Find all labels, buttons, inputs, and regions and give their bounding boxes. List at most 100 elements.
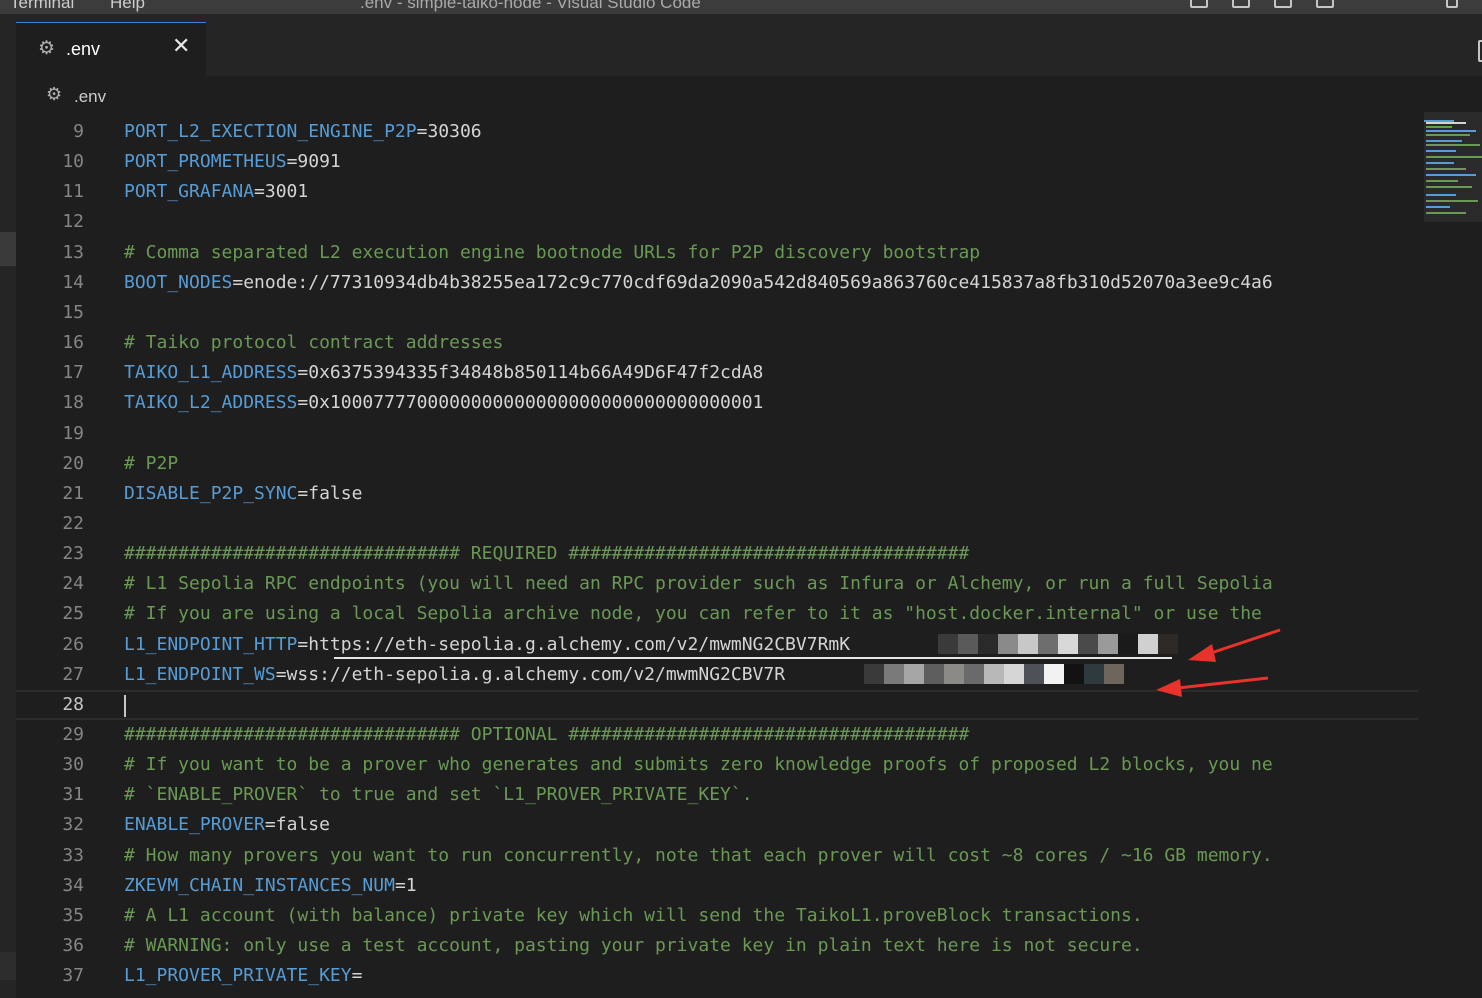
code-line[interactable]: 33 # How many provers you want to run con… — [16, 841, 1418, 871]
tab-env[interactable]: ⚙ .env ✕ — [16, 22, 206, 77]
code-line[interactable]: 24 # L1 Sepolia RPC endpoints (you will n… — [16, 569, 1418, 599]
line-number[interactable]: 36 — [16, 931, 84, 961]
close-icon[interactable]: ✕ — [172, 33, 190, 59]
line-number[interactable]: 17 — [16, 358, 84, 388]
line-number[interactable]: 25 — [16, 599, 84, 629]
code-line[interactable]: 32 ENABLE_PROVER=false — [16, 810, 1418, 840]
line-number[interactable]: 28 — [16, 692, 84, 718]
line-number[interactable]: 13 — [16, 238, 84, 268]
code-line[interactable]: 21 DISABLE_P2P_SYNC=false — [16, 479, 1418, 509]
activity-bar-active-item[interactable] — [0, 232, 16, 266]
line-number[interactable]: 31 — [16, 780, 84, 810]
toggle-panel-icon[interactable] — [1232, 0, 1250, 8]
redacted-block — [1004, 663, 1024, 684]
line-number[interactable]: 10 — [16, 147, 84, 177]
code-line[interactable]: 29 ############################### OPTION… — [16, 720, 1418, 750]
line-number[interactable]: 14 — [16, 268, 84, 298]
line-number[interactable]: 20 — [16, 449, 84, 479]
line-number[interactable]: 21 — [16, 479, 84, 509]
breadcrumb-file[interactable]: .env — [74, 87, 106, 107]
code-line[interactable]: 22 — [16, 509, 1418, 539]
comment-text: # WARNING: only use a test account, past… — [124, 935, 1143, 957]
code-line[interactable]: 34 ZKEVM_CHAIN_INSTANCES_NUM=1 — [16, 871, 1418, 901]
comment-text: ############################### OPTIONAL… — [124, 724, 970, 745]
line-number[interactable]: 19 — [16, 419, 84, 449]
line-number[interactable]: 26 — [16, 630, 84, 660]
code-line[interactable]: 15 — [16, 298, 1418, 328]
code-line[interactable]: 12 — [16, 207, 1418, 237]
line-number[interactable]: 24 — [16, 569, 84, 599]
line-number[interactable]: 37 — [16, 961, 84, 991]
line-number[interactable]: 29 — [16, 720, 84, 750]
line-number[interactable]: 12 — [16, 207, 84, 237]
code-line[interactable]: 14 BOOT_NODES=enode://77310934db4b38255ea… — [16, 268, 1418, 298]
code-line[interactable]: 27 L1_ENDPOINT_WS=wss://eth-sepolia.g.alc… — [16, 660, 1418, 690]
code-line[interactable]: 37 L1_PROVER_PRIVATE_KEY= — [16, 961, 1418, 991]
env-value: =https://eth-sepolia.g.alchemy.com/v2/mw… — [297, 633, 851, 655]
redacted-block — [864, 663, 884, 684]
line-number[interactable]: 18 — [16, 388, 84, 418]
redacted-block — [958, 633, 978, 654]
code-line[interactable]: 23 ############################### REQUIR… — [16, 539, 1418, 569]
code-line[interactable]: 20 # P2P — [16, 449, 1418, 479]
env-value: =enode://77310934db4b38255ea172c9c770cdf… — [232, 271, 1273, 293]
line-number[interactable]: 22 — [16, 509, 84, 539]
code-line[interactable]: 35 # A L1 account (with balance) private … — [16, 901, 1418, 931]
code-line[interactable]: 17 TAIKO_L1_ADDRESS=0x6375394335f34848b85… — [16, 358, 1418, 388]
code-line[interactable]: 13 # Comma separated L2 execution engine … — [16, 238, 1418, 268]
line-number[interactable]: 33 — [16, 841, 84, 871]
code-editor[interactable]: 9 PORT_L2_EXECTION_ENGINE_P2P=30306 10 PORT… — [16, 116, 1418, 998]
code-line[interactable]: 36 # WARNING: only use a test account, pa… — [16, 931, 1418, 961]
line-number[interactable]: 15 — [16, 298, 84, 328]
comment-text: # If you are using a local Sepolia archi… — [124, 603, 1262, 625]
menu-terminal[interactable]: Terminal — [10, 0, 74, 13]
line-content: # Taiko protocol contract addresses — [124, 328, 503, 358]
line-content: L1_ENDPOINT_WS=wss://eth-sepolia.g.alche… — [124, 660, 785, 690]
line-content: DISABLE_P2P_SYNC=false — [124, 479, 362, 509]
line-content: ############################### REQUIRED… — [124, 539, 969, 569]
customize-layout-icon[interactable] — [1316, 0, 1334, 8]
comment-text: # `ENABLE_PROVER` to true and set `L1_PR… — [124, 784, 753, 806]
code-line[interactable]: 26 L1_ENDPOINT_HTTP=https://eth-sepolia.g… — [16, 630, 1418, 660]
split-editor-icon[interactable] — [1478, 40, 1482, 62]
code-line[interactable]: 10 PORT_PROMETHEUS=9091 — [16, 147, 1418, 177]
restore-window-icon[interactable] — [1446, 0, 1458, 8]
line-number[interactable]: 32 — [16, 810, 84, 840]
line-number[interactable]: 35 — [16, 901, 84, 931]
line-number[interactable]: 11 — [16, 177, 84, 207]
line-number[interactable]: 16 — [16, 328, 84, 358]
code-line[interactable]: 18 TAIKO_L2_ADDRESS=0x1000777700000000000… — [16, 388, 1418, 418]
redacted-block — [964, 663, 984, 684]
toggle-sidebar-icon[interactable] — [1190, 0, 1208, 8]
redacted-block — [1158, 633, 1178, 654]
line-content: BOOT_NODES=enode://77310934db4b38255ea17… — [124, 268, 1273, 298]
redacted-block — [1138, 633, 1158, 654]
code-line[interactable]: 30 # If you want to be a prover who gener… — [16, 750, 1418, 780]
gear-icon: ⚙ — [46, 84, 63, 104]
line-content: # WARNING: only use a test account, past… — [124, 931, 1143, 961]
line-number[interactable]: 27 — [16, 660, 84, 690]
minimap-line — [1426, 140, 1462, 142]
redacted-block — [1064, 663, 1084, 684]
toggle-secondary-sidebar-icon[interactable] — [1274, 0, 1292, 8]
code-line[interactable]: 28 — [16, 689, 1418, 720]
text-cursor — [124, 694, 126, 717]
line-number[interactable]: 34 — [16, 871, 84, 901]
code-line[interactable]: 9 PORT_L2_EXECTION_ENGINE_P2P=30306 — [16, 117, 1418, 147]
comment-text: # Taiko protocol contract addresses — [124, 332, 504, 354]
line-content: # Comma separated L2 execution engine bo… — [124, 238, 980, 268]
code-line[interactable]: 31 # `ENABLE_PROVER` to true and set `L1_… — [16, 780, 1418, 810]
line-number[interactable]: 23 — [16, 539, 84, 569]
code-line[interactable]: 11 PORT_GRAFANA=3001 — [16, 177, 1418, 207]
code-line[interactable]: 16 # Taiko protocol contract addresses — [16, 328, 1418, 358]
line-number[interactable]: 30 — [16, 750, 84, 780]
line-content: L1_ENDPOINT_HTTP=https://eth-sepolia.g.a… — [124, 630, 850, 660]
menu-help[interactable]: Help — [110, 0, 145, 13]
line-number[interactable]: 9 — [16, 117, 84, 147]
minimap[interactable] — [1418, 112, 1482, 998]
code-line[interactable]: 19 — [16, 419, 1418, 449]
tab-label: .env — [66, 39, 101, 59]
activity-bar-item[interactable] — [0, 952, 16, 980]
redacted-block — [1038, 633, 1058, 654]
code-line[interactable]: 25 # If you are using a local Sepolia arc… — [16, 599, 1418, 629]
